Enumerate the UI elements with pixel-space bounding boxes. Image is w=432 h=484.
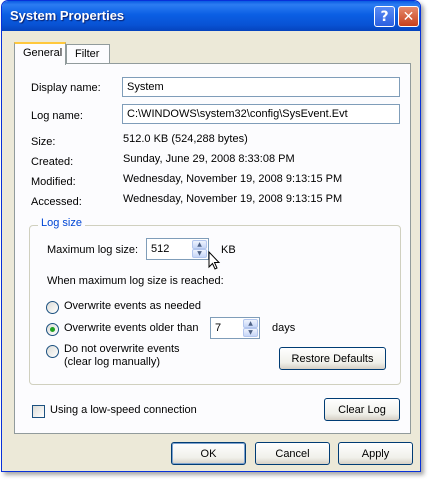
clear-log-button[interactable]: Clear Log bbox=[324, 398, 400, 421]
spin-down-icon[interactable]: ▼ bbox=[243, 328, 258, 337]
display-name-field[interactable]: System bbox=[122, 77, 400, 97]
days-unit: days bbox=[272, 322, 296, 334]
created-label: Created: bbox=[31, 156, 74, 168]
tab-filter[interactable]: Filter bbox=[66, 44, 110, 64]
tab-general[interactable]: General bbox=[14, 42, 66, 65]
accessed-value: Wednesday, November 19, 2008 9:13:15 PM bbox=[123, 193, 343, 205]
spin-up-icon[interactable]: ▲ bbox=[192, 240, 207, 249]
modified-value: Wednesday, November 19, 2008 9:13:15 PM bbox=[123, 173, 343, 185]
title-bar[interactable]: System Properties ? ✕ bbox=[2, 1, 420, 31]
log-size-group-title: Log size bbox=[38, 217, 85, 229]
low-speed-label[interactable]: Using a low-speed connection bbox=[50, 404, 197, 416]
created-value: Sunday, June 29, 2008 8:33:08 PM bbox=[123, 153, 295, 165]
max-log-size-value[interactable]: 512 bbox=[151, 243, 169, 255]
do-not-overwrite-label[interactable]: Do not overwrite events bbox=[64, 343, 180, 355]
window-title: System Properties bbox=[10, 8, 125, 23]
properties-window: System Properties ? ✕ General Filter Dis… bbox=[1, 0, 421, 472]
max-log-size-stepper[interactable]: 512 ▲ ▼ bbox=[146, 238, 209, 260]
log-name-label: Log name: bbox=[31, 110, 83, 122]
max-log-size-label: Maximum log size: bbox=[47, 244, 139, 256]
spin-down-icon[interactable]: ▼ bbox=[192, 249, 207, 258]
overwrite-as-needed-label[interactable]: Overwrite events as needed bbox=[64, 300, 201, 312]
cancel-button[interactable]: Cancel bbox=[255, 442, 330, 465]
overwrite-older-than-radio[interactable] bbox=[46, 323, 59, 336]
max-log-size-unit: KB bbox=[221, 244, 236, 256]
do-not-overwrite-sublabel: (clear log manually) bbox=[64, 356, 160, 368]
do-not-overwrite-radio[interactable] bbox=[46, 345, 59, 358]
log-name-field[interactable]: C:\WINDOWS\system32\config\SysEvent.Evt bbox=[122, 104, 400, 124]
help-icon[interactable]: ? bbox=[374, 6, 395, 27]
ok-button[interactable]: OK bbox=[171, 442, 246, 465]
size-label: Size: bbox=[31, 136, 56, 148]
max-log-size-spin-buttons[interactable]: ▲ ▼ bbox=[192, 240, 207, 258]
display-name-label: Display name: bbox=[31, 82, 101, 94]
modified-label: Modified: bbox=[31, 176, 76, 188]
days-value[interactable]: 7 bbox=[215, 322, 221, 334]
overwrite-as-needed-radio[interactable] bbox=[46, 301, 59, 314]
close-icon[interactable]: ✕ bbox=[398, 6, 419, 27]
size-value: 512.0 KB (524,288 bytes) bbox=[123, 133, 248, 145]
mouse-pointer-icon bbox=[208, 251, 221, 270]
general-panel: Display name: System Log name: C:\WINDOW… bbox=[14, 63, 411, 434]
apply-button[interactable]: Apply bbox=[338, 442, 413, 465]
overwrite-older-than-label[interactable]: Overwrite events older than bbox=[64, 322, 199, 334]
radio-selected-dot bbox=[50, 327, 55, 332]
restore-defaults-button[interactable]: Restore Defaults bbox=[279, 347, 386, 370]
days-stepper[interactable]: 7 ▲ ▼ bbox=[210, 317, 260, 339]
spin-up-icon[interactable]: ▲ bbox=[243, 319, 258, 328]
days-spin-buttons[interactable]: ▲ ▼ bbox=[243, 319, 258, 337]
accessed-label: Accessed: bbox=[31, 196, 82, 208]
low-speed-checkbox[interactable] bbox=[32, 405, 45, 418]
when-reached-label: When maximum log size is reached: bbox=[47, 275, 224, 287]
